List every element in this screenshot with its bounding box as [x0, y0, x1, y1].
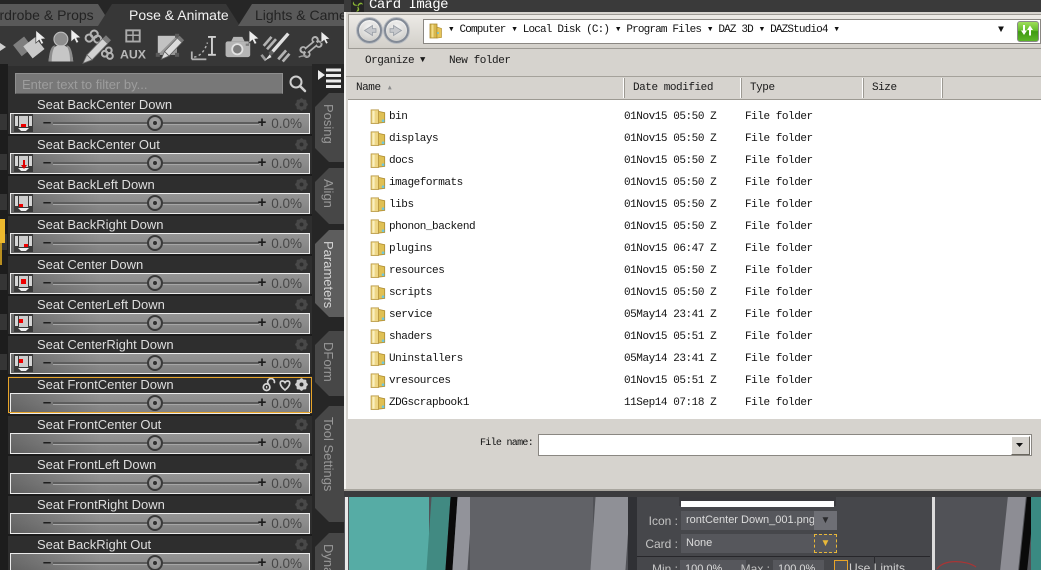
svg-text:AUX: AUX	[120, 47, 147, 61]
